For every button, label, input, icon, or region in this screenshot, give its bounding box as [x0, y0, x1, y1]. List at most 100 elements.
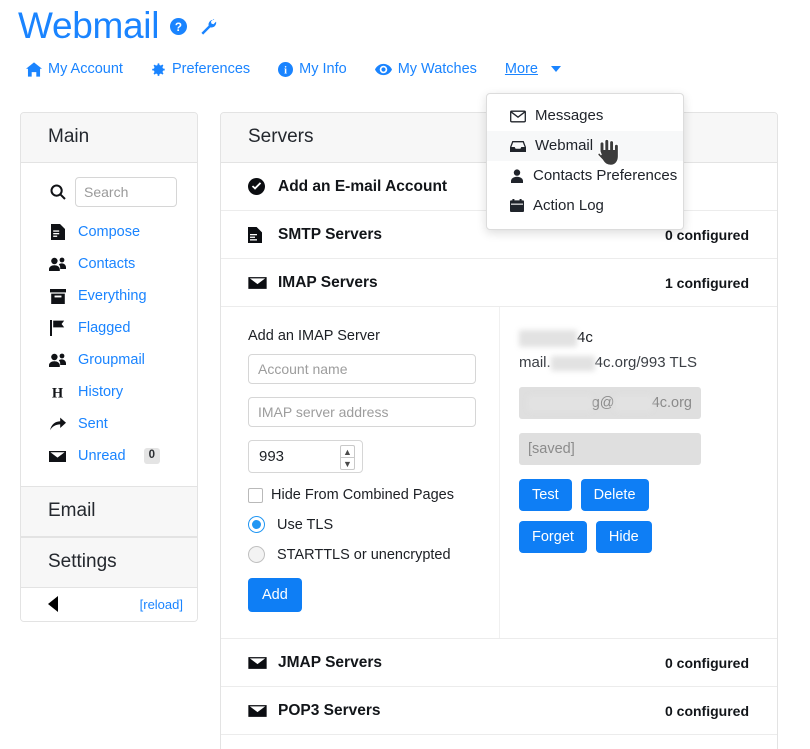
search-input[interactable]: [75, 177, 177, 207]
sidebar-title: Main: [21, 113, 197, 163]
test-button[interactable]: Test: [519, 479, 572, 511]
inbox-icon: [510, 140, 526, 153]
sidebar-footer: [reload]: [21, 588, 197, 621]
top-navigation: My Account Preferences i My Info My Watc…: [26, 60, 589, 78]
sidebar-item-flagged[interactable]: Flagged: [21, 312, 197, 344]
port-number-input[interactable]: 993 ▲ ▼: [248, 440, 363, 473]
sidebar-item-label: Contacts: [78, 256, 136, 272]
row-count: 0 configured: [664, 702, 749, 719]
hide-from-combined-label: Hide From Combined Pages: [271, 487, 454, 503]
file-export-icon: [248, 226, 270, 243]
sidebar-item-contacts[interactable]: Contacts: [21, 248, 197, 280]
sidebar-item-label: Sent: [78, 416, 108, 432]
port-value: 993: [259, 448, 285, 465]
server-actions-row-1: Test Delete: [519, 479, 777, 521]
users-icon: [48, 257, 67, 271]
page-title: Webmail: [18, 5, 160, 46]
calendar-icon: [510, 199, 524, 213]
sidebar-item-groupmail[interactable]: Groupmail: [21, 344, 197, 376]
search-icon: [48, 184, 67, 200]
delete-button[interactable]: Delete: [580, 479, 649, 511]
sidebar-section-email[interactable]: Email: [21, 486, 197, 537]
password-placeholder: [saved]: [528, 441, 575, 457]
nav-my-watches[interactable]: My Watches: [374, 60, 477, 78]
nav-label: Preferences: [171, 61, 251, 77]
forget-button[interactable]: Forget: [519, 521, 587, 553]
starttls-row[interactable]: STARTTLS or unencrypted: [248, 546, 499, 563]
port-stepper[interactable]: ▲ ▼: [340, 445, 355, 470]
envelope-icon: [248, 276, 270, 290]
webmail-settings-page: Webmail ? My Account Preferences i My In…: [0, 0, 810, 749]
server-actions-row-2: Forget Hide: [519, 521, 777, 563]
row-jmap-servers[interactable]: JMAP Servers 0 configured: [221, 639, 777, 687]
hide-from-combined-row[interactable]: Hide From Combined Pages: [248, 487, 499, 503]
user-icon: [510, 169, 524, 183]
file-text-icon: [48, 224, 67, 240]
sidebar-item-unread[interactable]: Unread 0: [21, 440, 197, 472]
nav-preferences[interactable]: Preferences: [151, 60, 250, 78]
svg-text:H: H: [52, 385, 64, 399]
stepper-down-icon[interactable]: ▼: [340, 457, 355, 470]
menu-item-contacts-preferences[interactable]: Contacts Preferences: [487, 161, 683, 191]
server-password-field[interactable]: [saved]: [519, 433, 701, 465]
imap-expanded-section: Add an IMAP Server 993 ▲ ▼ Hide From Com…: [221, 307, 777, 639]
sidebar-item-everything[interactable]: Everything: [21, 280, 197, 312]
imap-add-form: Add an IMAP Server 993 ▲ ▼ Hide From Com…: [221, 319, 499, 622]
svg-text:i: i: [284, 65, 287, 76]
hide-from-combined-checkbox[interactable]: [248, 487, 263, 503]
menu-item-webmail[interactable]: Webmail: [487, 131, 683, 161]
username-mid: g@: [591, 395, 615, 411]
row-label: IMAP Servers: [278, 273, 378, 291]
server-address-prefix: mail.: [519, 354, 551, 371]
menu-item-label: Contacts Preferences: [533, 167, 678, 184]
sidebar-search-row: [21, 173, 197, 216]
sidebar-item-history[interactable]: H History: [21, 376, 197, 408]
nav-label: More: [504, 61, 538, 77]
unread-count-badge: 0: [143, 448, 160, 464]
archive-icon: [48, 288, 67, 304]
reload-link[interactable]: [reload]: [140, 597, 183, 612]
starttls-radio[interactable]: [248, 546, 265, 563]
caret-down-icon: [550, 66, 561, 72]
use-tls-label: Use TLS: [277, 516, 334, 533]
eye-icon: [374, 63, 392, 76]
hide-button[interactable]: Hide: [595, 521, 652, 553]
use-tls-radio[interactable]: [248, 516, 265, 533]
redacted-domain: [550, 355, 595, 371]
row-pop3-servers[interactable]: POP3 Servers 0 configured: [221, 687, 777, 735]
gear-icon: [151, 62, 166, 77]
caret-left-icon[interactable]: [48, 596, 59, 612]
nav-label: My Account: [48, 61, 123, 77]
nav-my-info[interactable]: i My Info: [278, 60, 347, 78]
question-circle-icon[interactable]: ?: [170, 17, 188, 35]
envelope-icon: [48, 450, 67, 463]
server-name-suffix: 4c: [577, 329, 593, 346]
sidebar-item-compose[interactable]: Compose: [21, 216, 197, 248]
account-name-input[interactable]: [248, 354, 476, 384]
sidebar-item-sent[interactable]: Sent: [21, 408, 197, 440]
envelope-icon: [248, 656, 270, 670]
imap-server-address-input[interactable]: [248, 397, 476, 427]
add-button[interactable]: Add: [248, 578, 302, 612]
wrench-icon[interactable]: [198, 17, 217, 36]
redacted-domain-2: [614, 395, 652, 411]
stepper-up-icon[interactable]: ▲: [340, 445, 355, 457]
envelope-open-icon: [510, 110, 526, 123]
home-icon: [26, 61, 42, 77]
use-tls-row[interactable]: Use TLS: [248, 516, 499, 533]
row-count: 1 configured: [664, 274, 749, 291]
starttls-label: STARTTLS or unencrypted: [277, 546, 451, 563]
menu-item-label: Action Log: [533, 197, 604, 214]
svg-text:?: ?: [175, 20, 182, 33]
nav-my-account[interactable]: My Account: [26, 60, 123, 78]
nav-more[interactable]: More: [505, 60, 561, 78]
row-imap-servers[interactable]: IMAP Servers 1 configured: [221, 259, 777, 307]
username-suffix: 4c.org: [651, 395, 692, 411]
menu-item-messages[interactable]: Messages: [487, 101, 683, 131]
menu-item-action-log[interactable]: Action Log: [487, 191, 683, 221]
server-username-field[interactable]: g@ 4c.org: [519, 387, 701, 419]
sidebar-item-label: Groupmail: [78, 352, 145, 368]
sidebar-section-settings[interactable]: Settings: [21, 537, 197, 588]
app-header: Webmail ?: [18, 4, 217, 48]
nav-label: My Info: [299, 61, 347, 77]
